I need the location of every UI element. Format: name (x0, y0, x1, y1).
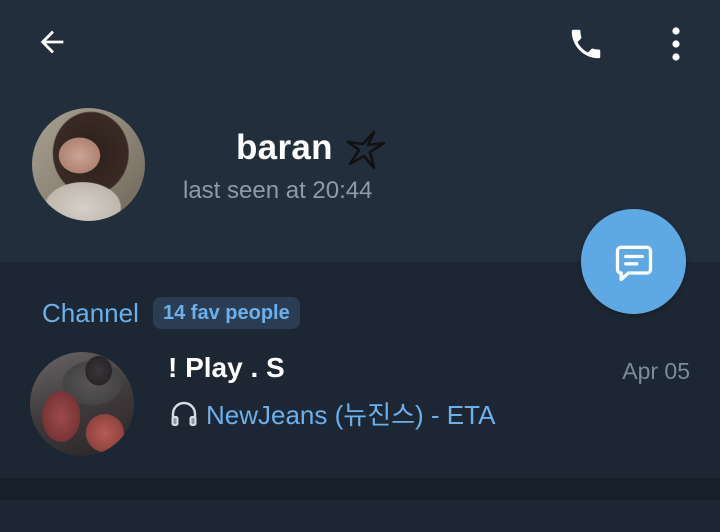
channel-badge: 14 fav people (153, 297, 300, 329)
call-button[interactable] (556, 20, 616, 68)
more-options-button[interactable] (650, 20, 702, 68)
message-button[interactable] (581, 209, 686, 314)
sparkle-star-icon[interactable] (344, 128, 388, 172)
profile-name: baran (236, 128, 333, 167)
channel-section-label: Channel (42, 298, 139, 328)
last-seen-status: last seen at 20:44 (183, 177, 373, 204)
channel-last-message: NewJeans (뉴진스) - ETA (168, 395, 495, 432)
message-icon (615, 245, 652, 281)
phone-icon (571, 29, 601, 59)
channel-last-message-text: NewJeans (뉴진스) - ETA (206, 400, 496, 430)
channel-title: ! Play . S (168, 352, 285, 383)
channel-row[interactable]: ! Play . S Apr 05 NewJeans (뉴진스) - ETA (0, 340, 720, 472)
headphones-icon (171, 401, 197, 426)
profile-avatar[interactable] (32, 108, 145, 221)
arrow-left-icon (40, 30, 64, 54)
channel-avatar (30, 352, 134, 456)
channel-date: Apr 05 (622, 358, 690, 384)
section-divider (0, 478, 720, 500)
bottom-area (0, 500, 720, 532)
more-vertical-icon (672, 27, 680, 61)
back-button[interactable] (24, 20, 80, 64)
